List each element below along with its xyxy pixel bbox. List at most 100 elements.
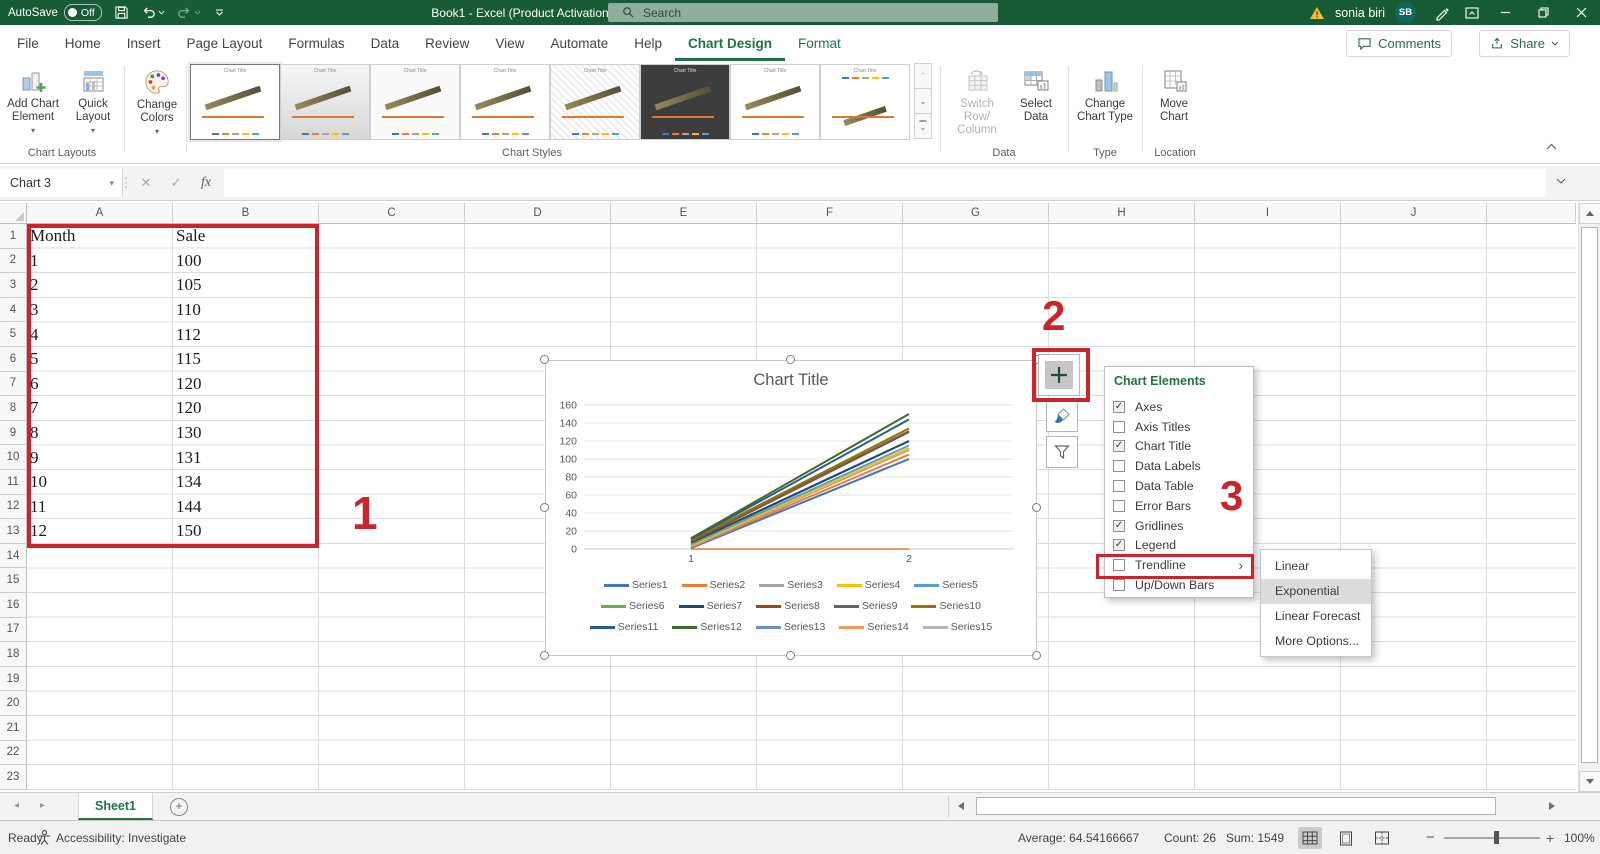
vertical-scrollbar[interactable] [1578, 203, 1600, 792]
close-button[interactable] [1562, 0, 1600, 25]
tab-home[interactable]: Home [52, 25, 114, 61]
chart-resize-handle[interactable] [540, 503, 549, 512]
chart-title[interactable]: Chart Title [546, 371, 1036, 390]
row-header-9[interactable]: 9 [0, 421, 27, 446]
zoom-out-icon[interactable]: − [1426, 821, 1435, 854]
tab-insert[interactable]: Insert [114, 25, 174, 61]
row-header-22[interactable]: 22 [0, 741, 27, 766]
chart-resize-handle[interactable] [1032, 503, 1041, 512]
chart-resize-handle[interactable] [540, 355, 549, 364]
legend-item-series14[interactable]: Series14 [839, 621, 908, 633]
column-header-B[interactable]: B [173, 203, 319, 224]
legend-item-series2[interactable]: Series2 [682, 579, 746, 591]
row-header-23[interactable]: 23 [0, 765, 27, 790]
ribbon-display-options-icon[interactable] [1464, 5, 1480, 21]
column-header-G[interactable]: G [903, 203, 1049, 224]
ink-editor-icon[interactable] [1434, 5, 1450, 21]
cancel-icon[interactable]: ✕ [132, 169, 160, 197]
minimize-button[interactable] [1486, 0, 1524, 25]
accessibility-status[interactable]: Accessibility: Investigate [56, 821, 186, 854]
row-header-16[interactable]: 16 [0, 593, 27, 618]
vertical-scroll-thumb[interactable] [1581, 227, 1598, 763]
row-header-3[interactable]: 3 [0, 273, 27, 298]
row-header-8[interactable]: 8 [0, 396, 27, 421]
name-box[interactable]: Chart 3 ▾ [0, 169, 123, 197]
column-header-C[interactable]: C [319, 203, 465, 224]
checkbox-unchecked[interactable] [1113, 480, 1125, 492]
legend-item-series6[interactable]: Series6 [601, 600, 665, 612]
row-header-15[interactable]: 15 [0, 568, 27, 593]
column-header-J[interactable]: J [1341, 203, 1487, 224]
legend-item-series13[interactable]: Series13 [756, 621, 825, 633]
scroll-down-icon[interactable] [1579, 771, 1600, 792]
chart-resize-handle[interactable] [1032, 651, 1041, 660]
enter-icon[interactable]: ✓ [162, 169, 190, 197]
chart-style-thumbnail-3[interactable]: Chart Title [370, 64, 460, 140]
trendline-option-linear[interactable]: Linear [1261, 554, 1371, 579]
gallery-scroll-up-icon[interactable]: ⌃ [914, 63, 932, 89]
column-header-A[interactable]: A [27, 203, 173, 224]
page-layout-view-icon[interactable] [1334, 827, 1358, 849]
embedded-chart[interactable]: Chart Title 02040608010012014016012 Seri… [545, 360, 1037, 656]
legend-item-series8[interactable]: Series8 [756, 600, 820, 612]
page-break-view-icon[interactable] [1370, 827, 1394, 849]
share-button[interactable]: Share [1479, 30, 1570, 57]
legend-item-series9[interactable]: Series9 [834, 600, 898, 612]
search-input[interactable]: Search [608, 3, 998, 22]
customize-quick-access-icon[interactable] [215, 9, 224, 16]
scroll-up-icon[interactable] [1579, 203, 1600, 224]
tab-chart-design[interactable]: Chart Design [675, 25, 785, 61]
accessibility-icon[interactable] [38, 821, 51, 854]
chart-filters-button[interactable] [1046, 436, 1078, 468]
tab-page-layout[interactable]: Page Layout [174, 25, 276, 61]
row-header-14[interactable]: 14 [0, 544, 27, 569]
avatar[interactable]: SB [1395, 2, 1416, 23]
tab-view[interactable]: View [482, 25, 537, 61]
column-header-partial[interactable] [1487, 203, 1576, 224]
sheet-nav-right-icon[interactable]: ▸ [40, 800, 45, 811]
legend-item-series1[interactable]: Series1 [604, 579, 668, 591]
checkbox-unchecked[interactable] [1113, 579, 1125, 591]
row-header-17[interactable]: 17 [0, 618, 27, 643]
row-header-21[interactable]: 21 [0, 716, 27, 741]
column-header-E[interactable]: E [611, 203, 757, 224]
user-name[interactable]: sonia biri [1335, 6, 1385, 20]
row-header-6[interactable]: 6 [0, 347, 27, 372]
autosave-toggle[interactable]: Off [64, 4, 102, 21]
checkbox-checked[interactable]: ✓ [1113, 520, 1125, 532]
select-data-button[interactable]: Select Data [1010, 64, 1062, 148]
sheet-nav-left-icon[interactable]: ◂ [14, 800, 19, 811]
row-header-5[interactable]: 5 [0, 322, 27, 347]
chart-style-thumbnail-8[interactable]: Chart Title [820, 64, 910, 140]
row-header-11[interactable]: 11 [0, 470, 27, 495]
chart-style-thumbnail-4[interactable]: Chart Title [460, 64, 550, 140]
move-chart-button[interactable]: Move Chart [1146, 64, 1202, 148]
tab-data[interactable]: Data [358, 25, 413, 61]
column-header-I[interactable]: I [1195, 203, 1341, 224]
tab-help[interactable]: Help [621, 25, 675, 61]
chart-style-thumbnail-5[interactable]: Chart Title [550, 64, 640, 140]
tab-formulas[interactable]: Formulas [275, 25, 357, 61]
save-icon[interactable] [114, 5, 129, 20]
chart-style-thumbnail-6[interactable]: Chart Title [640, 64, 730, 140]
row-header-12[interactable]: 12 [0, 495, 27, 520]
checkbox-unchecked[interactable] [1113, 500, 1125, 512]
select-all-cells-button[interactable] [0, 203, 27, 224]
tab-automate[interactable]: Automate [537, 25, 621, 61]
legend-item-series5[interactable]: Series5 [914, 579, 978, 591]
chart-element-item-axes[interactable]: ✓Axes [1105, 397, 1253, 417]
chart-styles-button[interactable] [1046, 400, 1078, 432]
row-header-4[interactable]: 4 [0, 298, 27, 323]
hscroll-left-icon[interactable] [958, 802, 964, 810]
chart-style-thumbnail-1[interactable]: Chart Title [190, 64, 280, 140]
chart-legend[interactable]: Series1Series2Series3Series4Series5Serie… [546, 579, 1036, 633]
legend-item-series3[interactable]: Series3 [759, 579, 823, 591]
legend-item-series15[interactable]: Series15 [923, 621, 992, 633]
legend-item-series10[interactable]: Series10 [911, 600, 980, 612]
trendline-option-exponential[interactable]: Exponential [1261, 579, 1371, 604]
row-header-1[interactable]: 1 [0, 224, 27, 249]
checkbox-unchecked[interactable] [1113, 460, 1125, 472]
row-header-20[interactable]: 20 [0, 691, 27, 716]
horizontal-scroll-thumb[interactable] [976, 797, 1496, 815]
chart-style-thumbnail-2[interactable]: Chart Title [280, 64, 370, 140]
